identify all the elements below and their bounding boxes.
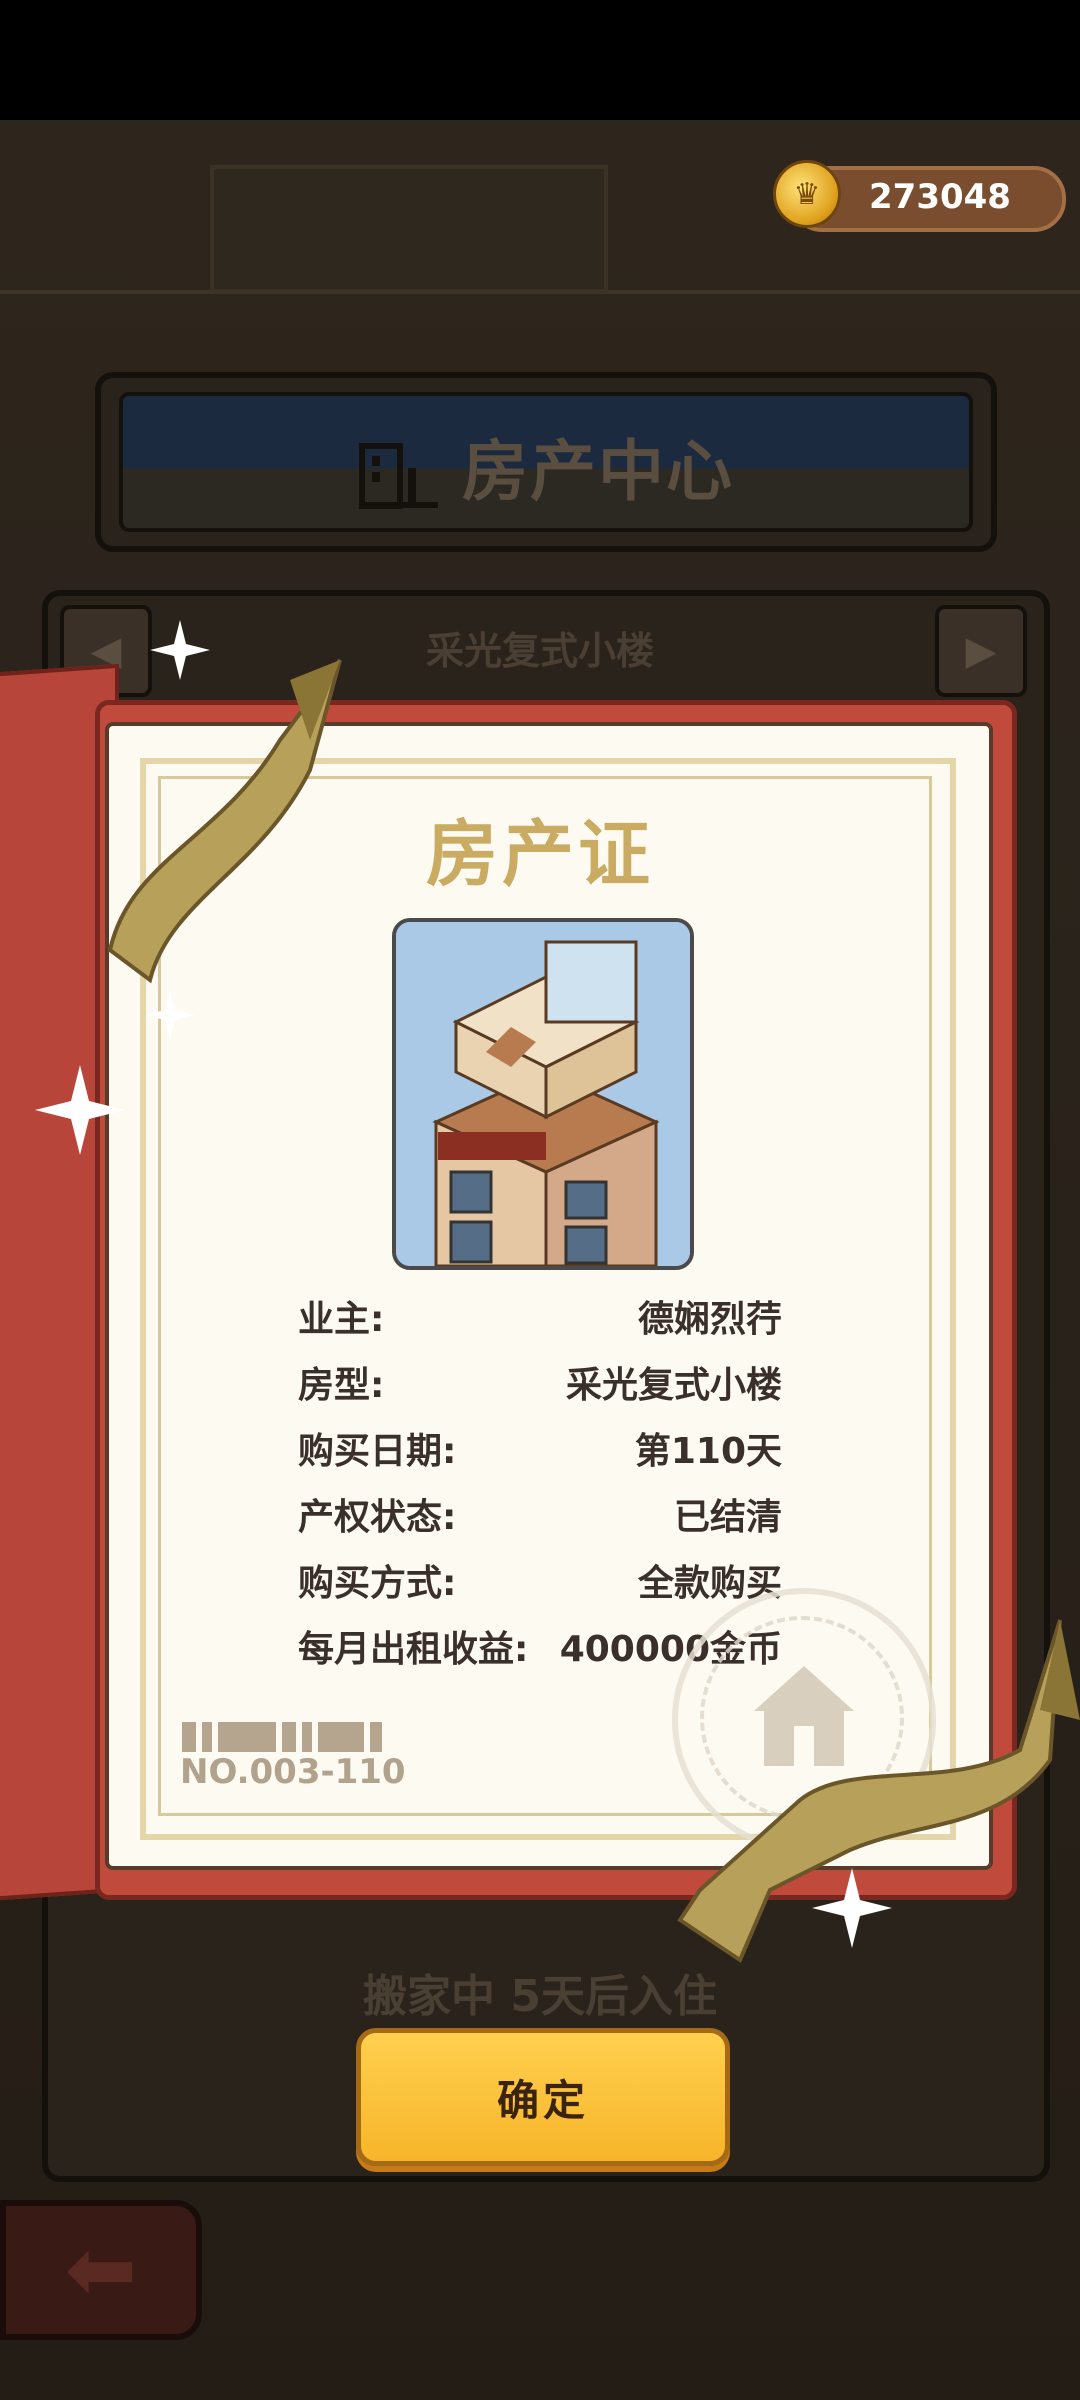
info-label: 房型: <box>298 1365 385 1406</box>
sparkle-icon <box>812 1868 892 1948</box>
crown-coin-icon: ♛ <box>773 160 841 228</box>
info-label: 每月出租收益: <box>298 1629 529 1670</box>
certificate-title: 房产证 <box>425 812 654 896</box>
confirm-button[interactable]: 确定 <box>356 2028 730 2166</box>
info-row-owner: 业主: 德娴烈荇 <box>298 1290 782 1346</box>
info-label: 业主: <box>298 1299 385 1340</box>
status-bar <box>0 0 1080 120</box>
coin-value: 273048 <box>869 177 1011 217</box>
page-title-text: 房产中心 <box>462 433 734 510</box>
certificate-number: NO.003-110 <box>180 1752 406 1792</box>
house-illustration <box>392 918 694 1270</box>
background-building <box>210 165 608 293</box>
sparkle-icon <box>150 620 210 680</box>
page-title: 房产中心 <box>101 418 991 514</box>
info-value: 第110天 <box>634 1431 782 1472</box>
info-value: 德娴烈荇 <box>637 1299 782 1340</box>
building-icon <box>359 442 438 509</box>
info-label: 购买方式: <box>298 1563 457 1604</box>
duplex-house-icon <box>396 922 690 1266</box>
back-arrow-icon[interactable]: ⬅ <box>0 2200 202 2340</box>
info-value: 采光复式小楼 <box>565 1365 782 1406</box>
info-row-status: 产权状态: 已结清 <box>298 1488 782 1544</box>
sparkle-icon <box>35 1065 125 1155</box>
info-label: 产权状态: <box>298 1497 457 1538</box>
property-name: 采光复式小楼 <box>425 629 654 673</box>
info-value: 已结清 <box>673 1497 782 1538</box>
info-label: 购买日期: <box>298 1431 457 1472</box>
arrow-right-icon[interactable]: ▶ <box>935 605 1027 697</box>
barcode <box>182 1722 392 1752</box>
sparkle-icon <box>145 990 195 1040</box>
info-row-date: 购买日期: 第110天 <box>298 1422 782 1478</box>
info-row-type: 房型: 采光复式小楼 <box>298 1356 782 1412</box>
background-divider <box>0 290 1080 294</box>
header-panel: 房产中心 <box>95 372 997 552</box>
